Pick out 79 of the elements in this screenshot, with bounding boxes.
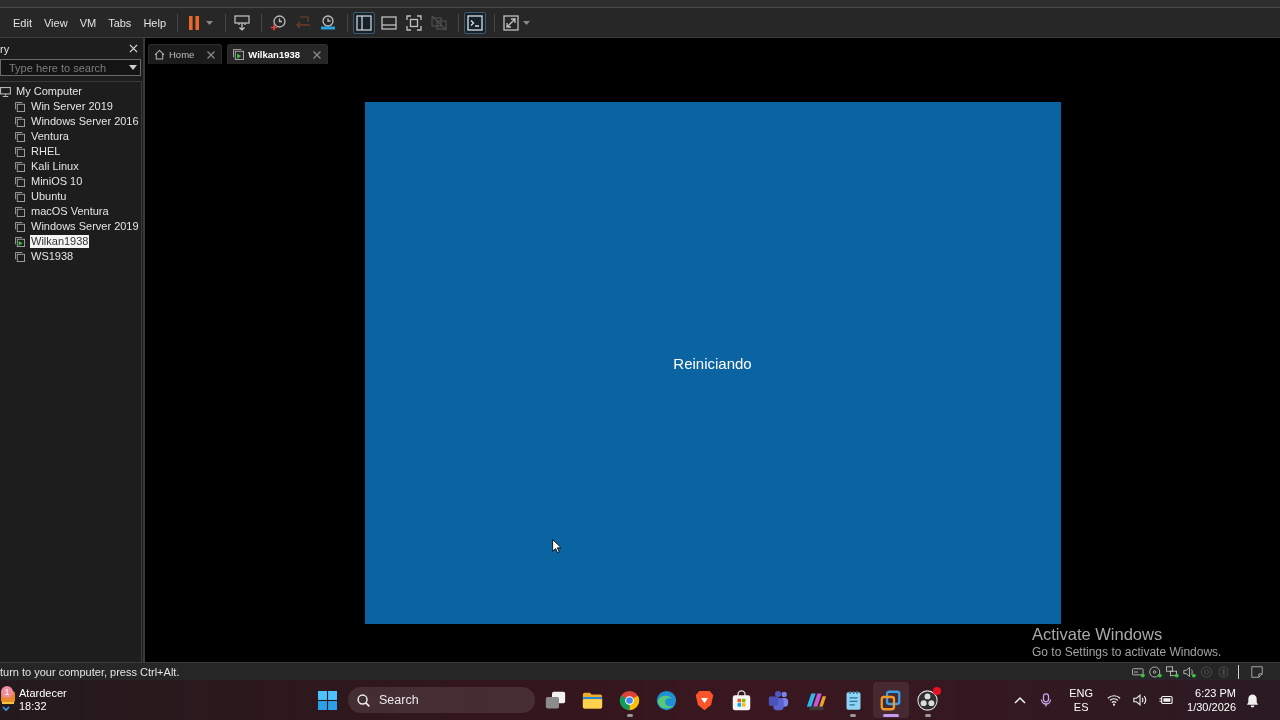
speaker-icon[interactable] [1183,665,1196,678]
bottom-panel-layout-icon [381,14,397,31]
three-dots-circle-icon [917,689,939,711]
close-icon[interactable] [207,50,216,59]
menu-item[interactable]: Help [137,14,172,31]
running-indicator [882,714,899,717]
taskbar-app-button[interactable] [872,682,909,718]
search-icon [357,693,370,707]
tab[interactable]: Wilkan1938 [227,44,328,64]
caret-icon [523,20,530,25]
tree-item[interactable]: My Computer [15,85,84,98]
toolbar-button[interactable] [464,11,486,34]
battery-icon[interactable] [1159,693,1174,707]
terminal-icon [467,14,483,31]
home-icon [154,49,165,60]
shopping-bag-icon [731,689,752,711]
menu-item[interactable]: View [37,14,74,31]
volume-icon[interactable] [1133,693,1148,707]
panel-title: ry [0,42,10,55]
notification-count: 1 [1,686,13,698]
tree-item[interactable]: macOS Ventura [30,205,110,218]
tree-item[interactable]: Ventura [30,130,70,143]
crossed-window-icon [431,14,447,31]
start-icon[interactable] [318,690,337,710]
search-field[interactable]: Type here to search [0,59,141,76]
menu-item[interactable]: Edit [7,14,38,31]
tree-item[interactable]: WS1938 [30,250,75,263]
expand-arrow-icon [503,14,519,31]
tree-item[interactable]: Windows Server 2016 [30,115,140,128]
status-message: turn to your computer, press Ctrl+Alt. [0,665,180,678]
clock-wrench-icon [320,14,336,31]
mouse-pointer-icon [551,539,561,553]
tree-item[interactable]: Ubuntu [30,190,68,203]
people-icon [768,689,790,711]
browser-icon [656,689,678,711]
task-view-icon [544,689,566,711]
tree-item[interactable]: Wilkan1938 [30,235,90,248]
vm-status-text: Reiniciando [673,354,752,372]
shield-icon [693,689,715,711]
running-indicator [850,714,857,717]
weather-condition[interactable]: Atardecer [19,687,67,700]
wifi-icon[interactable] [1107,693,1122,707]
activation-message: Go to Settings to activate Windows. [1032,645,1222,659]
tree-item[interactable]: RHEL [30,145,62,158]
tree-item[interactable]: MiniOS 10 [30,175,84,188]
screen-arrow-icon [234,14,250,31]
overlapping-squares-icon [880,689,902,711]
vm-running-icon [233,49,245,60]
sidebar-layout-icon [356,14,372,31]
microphone-icon[interactable] [1039,693,1054,707]
running-indicator [626,714,633,717]
fullscreen-icon [406,14,422,31]
weather-time: 18:32 [19,700,48,713]
running-indicator [924,714,931,717]
tree-item[interactable]: Kali Linux [30,160,80,173]
message-icon[interactable] [1251,665,1263,678]
dropdown-caret-icon[interactable] [129,65,137,70]
pause-icon [186,14,202,31]
caret-icon [206,20,213,25]
menu-item[interactable]: Tabs [102,14,138,31]
activation-title: Activate Windows [1032,625,1164,644]
close-icon[interactable] [313,50,321,59]
clock[interactable]: 6:23 PM 1/30/2026 [1187,686,1236,714]
revert-arrow-icon [295,14,311,31]
menu-item[interactable]: VM [73,14,103,31]
tree-item[interactable]: Win Server 2019 [30,100,114,113]
tab[interactable]: Home [148,44,223,64]
clock-plus-icon [270,14,286,31]
disc-icon[interactable] [1149,665,1162,678]
language-indicator[interactable]: ENG ES [1069,686,1094,714]
vm-screen[interactable]: Reiniciando [364,102,1061,624]
notification-dot-icon [932,687,941,695]
browser-icon [619,689,641,711]
tree-item[interactable]: Windows Server 2019 [30,220,140,233]
search-field[interactable]: Search [348,687,535,713]
network-icon[interactable] [1166,665,1179,678]
notification-bell-icon[interactable] [1246,692,1259,708]
monitor-icon [0,86,11,97]
toolbar-button[interactable] [353,11,375,34]
